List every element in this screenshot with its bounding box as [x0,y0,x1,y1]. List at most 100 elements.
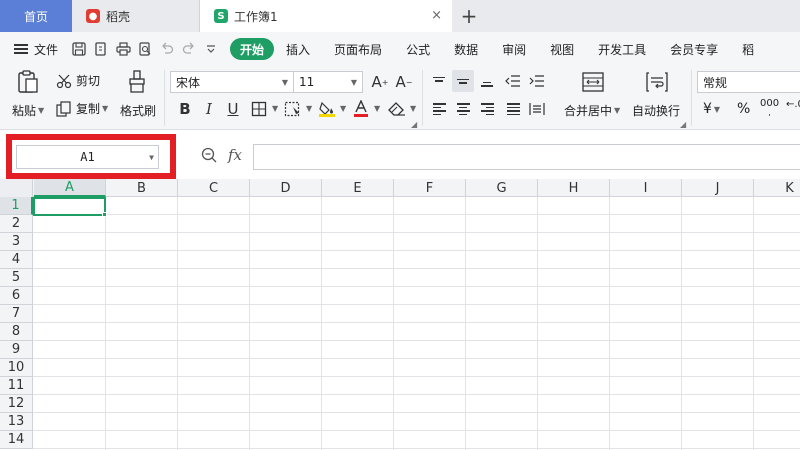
decrease-indent-icon[interactable] [502,70,524,92]
menu-tab-developer[interactable]: 开发工具 [586,38,658,60]
column-header-e[interactable]: E [322,179,394,197]
cell-style-dropdown-icon[interactable]: ▼ [306,104,312,113]
format-painter-icon[interactable] [127,70,147,99]
menu-tab-member[interactable]: 会员专享 [658,38,730,60]
menu-tab-data[interactable]: 数据 [442,38,490,60]
align-right-icon[interactable] [476,98,498,120]
column-header-b[interactable]: B [106,179,178,197]
borders-icon[interactable] [248,98,270,120]
name-box[interactable]: A1 ▼ [16,145,159,169]
column-header-d[interactable]: D [250,179,322,197]
paste-icon[interactable] [17,70,39,99]
menu-tab-insert[interactable]: 插入 [274,38,322,60]
file-menu[interactable]: 文件 [14,41,58,58]
copy-button[interactable]: 复制 ▼ [56,100,108,117]
number-format-select[interactable]: 常规 [697,71,800,93]
row-header-6[interactable]: 6 [0,287,33,305]
menu-tab-page-layout[interactable]: 页面布局 [322,38,394,60]
row-header-9[interactable]: 9 [0,341,33,359]
insert-function-icon[interactable]: fx [228,146,242,164]
new-tab-button[interactable]: + [452,0,486,32]
formula-input[interactable] [253,144,800,170]
redo-icon[interactable] [178,38,200,60]
fill-color-dropdown-icon[interactable]: ▼ [340,104,346,113]
zoom-icon[interactable] [201,147,217,167]
column-header-c[interactable]: C [178,179,250,197]
italic-icon[interactable]: I [198,98,220,120]
customize-toolbar-icon[interactable] [200,38,222,60]
spreadsheet-grid[interactable]: A B C D E F G H I J K 1 2 3 4 5 6 7 8 9 10 11 12 13 14 [0,179,800,450]
row-header-3[interactable]: 3 [0,233,33,251]
print-preview-icon[interactable] [134,38,156,60]
row-header-12[interactable]: 12 [0,395,33,413]
merge-center-icon[interactable] [582,72,604,97]
align-left-icon[interactable] [428,98,450,120]
increase-indent-icon[interactable] [526,70,548,92]
tab-daoke[interactable]: ● 稻壳 [72,0,200,32]
align-top-icon[interactable] [428,70,450,92]
distributed-align-icon[interactable] [526,98,548,120]
justify-icon[interactable] [502,98,524,120]
thousands-separator-button[interactable]: 000 , [760,99,779,118]
cell-style-icon[interactable] [282,98,304,120]
close-tab-icon[interactable]: × [431,8,442,23]
borders-dropdown-icon[interactable]: ▼ [272,104,278,113]
font-color-dropdown-icon[interactable]: ▼ [374,104,380,113]
paste-button[interactable]: 粘贴 ▼ [12,102,44,119]
menu-tab-formulas[interactable]: 公式 [394,38,442,60]
align-middle-icon[interactable] [452,70,474,92]
underline-icon[interactable]: U [222,98,244,120]
tab-workbook[interactable]: S 工作簿1 × [200,0,452,32]
row-header-8[interactable]: 8 [0,323,33,341]
font-size-select[interactable]: 11 ▼ [293,71,363,93]
tab-home[interactable]: 首页 [0,0,72,32]
column-header-i[interactable]: I [610,179,682,197]
save-icon[interactable] [68,38,90,60]
name-box-dropdown-icon[interactable]: ▼ [149,153,154,162]
menu-tab-review[interactable]: 审阅 [490,38,538,60]
alignment-dialog-launcher-icon[interactable]: ◢ [680,120,686,129]
row-header-5[interactable]: 5 [0,269,33,287]
export-pdf-icon[interactable] [90,38,112,60]
column-header-f[interactable]: F [394,179,466,197]
row-header-7[interactable]: 7 [0,305,33,323]
row-header-10[interactable]: 10 [0,359,33,377]
row-header-1[interactable]: 1 [0,197,33,215]
select-all-corner[interactable] [0,179,33,197]
column-header-g[interactable]: G [466,179,538,197]
clear-format-icon[interactable] [386,98,408,120]
menu-tab-daoke[interactable]: 稻 [730,38,766,60]
bold-icon[interactable]: B [174,98,196,120]
font-color-icon[interactable] [350,98,372,120]
increase-decimal-icon[interactable]: ←.0 [786,99,800,110]
row-header-4[interactable]: 4 [0,251,33,269]
menu-tab-view[interactable]: 视图 [538,38,586,60]
currency-format-button[interactable]: ¥ ▼ [703,101,720,117]
align-center-icon[interactable] [452,98,474,120]
align-bottom-icon[interactable] [476,70,498,92]
undo-icon[interactable] [156,38,178,60]
row-header-14[interactable]: 14 [0,431,33,449]
print-icon[interactable] [112,38,134,60]
merge-center-button[interactable]: 合并居中 ▼ [564,102,620,119]
wrap-text-button[interactable]: 自动换行 [632,102,680,119]
clear-format-dropdown-icon[interactable]: ▼ [410,104,416,113]
column-header-k[interactable]: K [754,179,800,197]
decrease-font-size-icon[interactable]: A − [393,71,415,93]
cut-button[interactable]: 剪切 [56,72,100,89]
row-header-2[interactable]: 2 [0,215,33,233]
format-painter-button[interactable]: 格式刷 [120,102,156,119]
percent-format-button[interactable]: % [737,101,750,117]
column-header-j[interactable]: J [682,179,754,197]
increase-font-size-icon[interactable]: A + [369,71,391,93]
menu-tab-home[interactable]: 开始 [230,38,275,60]
column-header-a[interactable]: A [34,179,106,197]
fill-color-icon[interactable] [316,98,338,120]
fill-handle[interactable] [102,212,107,217]
column-header-h[interactable]: H [538,179,610,197]
active-cell[interactable] [33,197,106,216]
font-name-select[interactable]: 宋体 ▼ [170,71,294,93]
font-dialog-launcher-icon[interactable]: ◢ [411,120,417,129]
wrap-text-icon[interactable] [646,72,668,97]
row-header-13[interactable]: 13 [0,413,33,431]
